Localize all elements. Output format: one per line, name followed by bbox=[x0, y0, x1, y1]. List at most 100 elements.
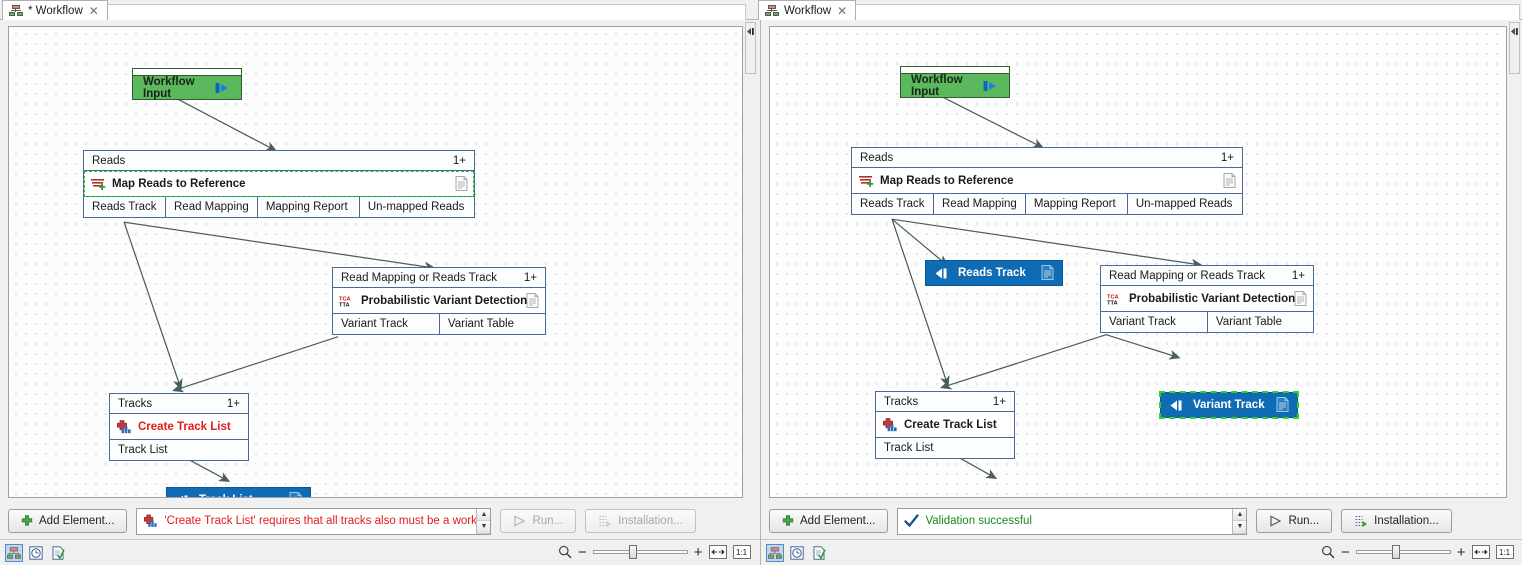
fit-width-icon[interactable] bbox=[1471, 545, 1490, 559]
close-icon[interactable]: ✕ bbox=[836, 5, 848, 17]
output-port[interactable]: Variant Table bbox=[1208, 312, 1313, 332]
output-port[interactable]: Variant Track bbox=[333, 314, 440, 334]
output-port[interactable]: Track List bbox=[876, 438, 1014, 458]
scroll-up-button[interactable]: ▲ bbox=[477, 508, 491, 521]
add-element-button[interactable]: Add Element... bbox=[769, 509, 889, 533]
output-label: Read Mapping bbox=[174, 201, 249, 213]
tab-workflow-modified[interactable]: * Workflow ✕ bbox=[2, 0, 108, 20]
output-port[interactable]: Reads Track bbox=[852, 194, 934, 214]
node-input-port[interactable]: Read Mapping or Reads Track 1+ bbox=[1101, 266, 1313, 286]
arrow-out-of-box-icon bbox=[180, 495, 188, 497]
document-icon[interactable] bbox=[526, 293, 539, 308]
validation-status-box[interactable]: 'Create Track List' requires that all tr… bbox=[136, 507, 492, 535]
node-input-port[interactable]: Tracks 1+ bbox=[876, 392, 1014, 412]
node-workflow-input[interactable]: Workflow Input bbox=[132, 68, 242, 100]
output-port[interactable]: Track List bbox=[110, 440, 248, 460]
output-port[interactable]: Variant Track bbox=[1101, 312, 1208, 332]
node-title-row[interactable]: Map Reads to Reference bbox=[852, 168, 1242, 194]
scroll-down-button[interactable]: ▼ bbox=[477, 521, 491, 534]
scroll-up-button[interactable]: ▲ bbox=[1233, 508, 1247, 521]
history-clock-icon[interactable] bbox=[788, 544, 806, 562]
zoom-out-button[interactable]: − bbox=[1341, 545, 1350, 560]
workflow-view-icon[interactable] bbox=[766, 544, 784, 562]
collapse-panel-handle-left[interactable] bbox=[745, 22, 756, 74]
input-label: Tracks bbox=[118, 397, 153, 410]
output-port[interactable]: Mapping Report bbox=[1026, 194, 1128, 214]
zoom-slider[interactable] bbox=[592, 544, 688, 560]
element-info-icon[interactable] bbox=[810, 544, 828, 562]
node-title-row[interactable]: Create Track List bbox=[110, 414, 248, 440]
zoom-in-button[interactable]: + bbox=[1457, 545, 1466, 560]
node-title-row[interactable]: Create Track List bbox=[876, 412, 1014, 438]
output-port[interactable]: Read Mapping bbox=[166, 197, 258, 217]
input-count: 1+ bbox=[452, 154, 466, 167]
node-workflow-input[interactable]: Workflow Input bbox=[900, 66, 1010, 98]
installation-button[interactable]: Installation... bbox=[585, 509, 696, 533]
node-probabilistic-variant-detection[interactable]: Read Mapping or Reads Track 1+ TCA TTA P… bbox=[332, 267, 546, 335]
output-port[interactable]: Un-mapped Reads bbox=[360, 197, 474, 217]
add-element-label: Add Element... bbox=[39, 515, 115, 527]
output-port[interactable]: Read Mapping bbox=[934, 194, 1026, 214]
document-icon[interactable] bbox=[1223, 173, 1236, 188]
output-port[interactable]: Variant Table bbox=[440, 314, 545, 334]
fit-width-icon[interactable] bbox=[708, 545, 727, 559]
output-port[interactable]: Reads Track bbox=[84, 197, 166, 217]
collapse-panel-handle-right[interactable] bbox=[1509, 22, 1520, 74]
status-scroll-spinner[interactable]: ▲ ▼ bbox=[1232, 508, 1247, 534]
node-create-track-list[interactable]: Tracks 1+ Create Track List Track List bbox=[109, 393, 249, 461]
element-info-icon[interactable] bbox=[49, 544, 67, 562]
node-map-reads-to-reference[interactable]: Reads 1+ Map Reads to Reference Reads Tr… bbox=[83, 150, 475, 218]
scroll-down-button[interactable]: ▼ bbox=[1233, 521, 1247, 534]
zoom-1to1-icon[interactable]: 1:1 bbox=[1495, 545, 1514, 559]
document-icon[interactable] bbox=[455, 176, 468, 191]
output-label: Variant Table bbox=[447, 318, 514, 330]
add-element-button[interactable]: Add Element... bbox=[8, 509, 128, 533]
close-icon[interactable]: ✕ bbox=[88, 5, 100, 17]
node-output-track-list[interactable]: Track List bbox=[166, 487, 311, 498]
document-check-glyph bbox=[52, 546, 65, 560]
node-create-track-list[interactable]: Tracks 1+ Create Track List Track List bbox=[875, 391, 1015, 459]
node-probabilistic-variant-detection[interactable]: Read Mapping or Reads Track 1+ TCA TTA P… bbox=[1100, 265, 1314, 333]
tab-label: Workflow bbox=[784, 4, 832, 17]
node-output-reads-track[interactable]: Reads Track bbox=[925, 260, 1063, 286]
chevron-left-icon bbox=[1511, 28, 1518, 35]
document-icon[interactable] bbox=[1294, 291, 1307, 306]
magnifier-icon[interactable] bbox=[558, 545, 572, 559]
document-icon[interactable] bbox=[1276, 397, 1289, 412]
node-title: Map Reads to Reference bbox=[880, 174, 1014, 187]
node-output-variant-track[interactable]: Variant Track bbox=[1159, 391, 1299, 419]
output-port[interactable]: Un-mapped Reads bbox=[1128, 194, 1242, 214]
node-title-row[interactable]: TCA TTA Probabilistic Variant Detection bbox=[1101, 286, 1313, 312]
installation-button[interactable]: Installation... bbox=[1341, 509, 1452, 533]
node-label: Workflow Input bbox=[143, 75, 195, 100]
document-icon[interactable] bbox=[1041, 265, 1054, 280]
node-map-reads-to-reference[interactable]: Reads 1+ Map Reads to Reference Reads Tr… bbox=[851, 147, 1243, 215]
slider-thumb[interactable] bbox=[1391, 545, 1400, 559]
node-title-row[interactable]: Map Reads to Reference bbox=[84, 171, 474, 197]
output-label: Mapping Report bbox=[1033, 198, 1116, 210]
node-input-port[interactable]: Tracks 1+ bbox=[110, 394, 248, 414]
arrow-into-box-icon bbox=[983, 80, 996, 91]
history-clock-icon[interactable] bbox=[27, 544, 45, 562]
node-input-port[interactable]: Read Mapping or Reads Track 1+ bbox=[333, 268, 545, 288]
zoom-in-button[interactable]: + bbox=[694, 545, 703, 560]
workflow-canvas-left[interactable]: Workflow Input Reads 1+ Map Reads to Ref… bbox=[8, 26, 743, 498]
zoom-slider[interactable] bbox=[1355, 544, 1451, 560]
tab-workflow[interactable]: Workflow ✕ bbox=[758, 0, 857, 20]
workflow-view-icon[interactable] bbox=[5, 544, 23, 562]
zoom-out-button[interactable]: − bbox=[578, 545, 587, 560]
node-title: Create Track List bbox=[904, 418, 997, 431]
validation-status-box[interactable]: Validation successful ▲ ▼ bbox=[897, 507, 1248, 535]
run-button[interactable]: Run... bbox=[500, 509, 577, 533]
document-icon[interactable] bbox=[289, 492, 302, 498]
run-button[interactable]: Run... bbox=[1256, 509, 1333, 533]
workflow-canvas-right[interactable]: Workflow Input Reads 1+ Map Reads to Ref… bbox=[769, 26, 1507, 498]
node-title-row[interactable]: TCA TTA Probabilistic Variant Detection bbox=[333, 288, 545, 314]
zoom-1to1-icon[interactable]: 1:1 bbox=[732, 545, 751, 559]
slider-thumb[interactable] bbox=[628, 545, 637, 559]
status-scroll-spinner[interactable]: ▲ ▼ bbox=[476, 508, 491, 534]
magnifier-icon[interactable] bbox=[1321, 545, 1335, 559]
output-port[interactable]: Mapping Report bbox=[258, 197, 360, 217]
node-input-port[interactable]: Reads 1+ bbox=[852, 148, 1242, 168]
node-input-port[interactable]: Reads 1+ bbox=[84, 151, 474, 171]
